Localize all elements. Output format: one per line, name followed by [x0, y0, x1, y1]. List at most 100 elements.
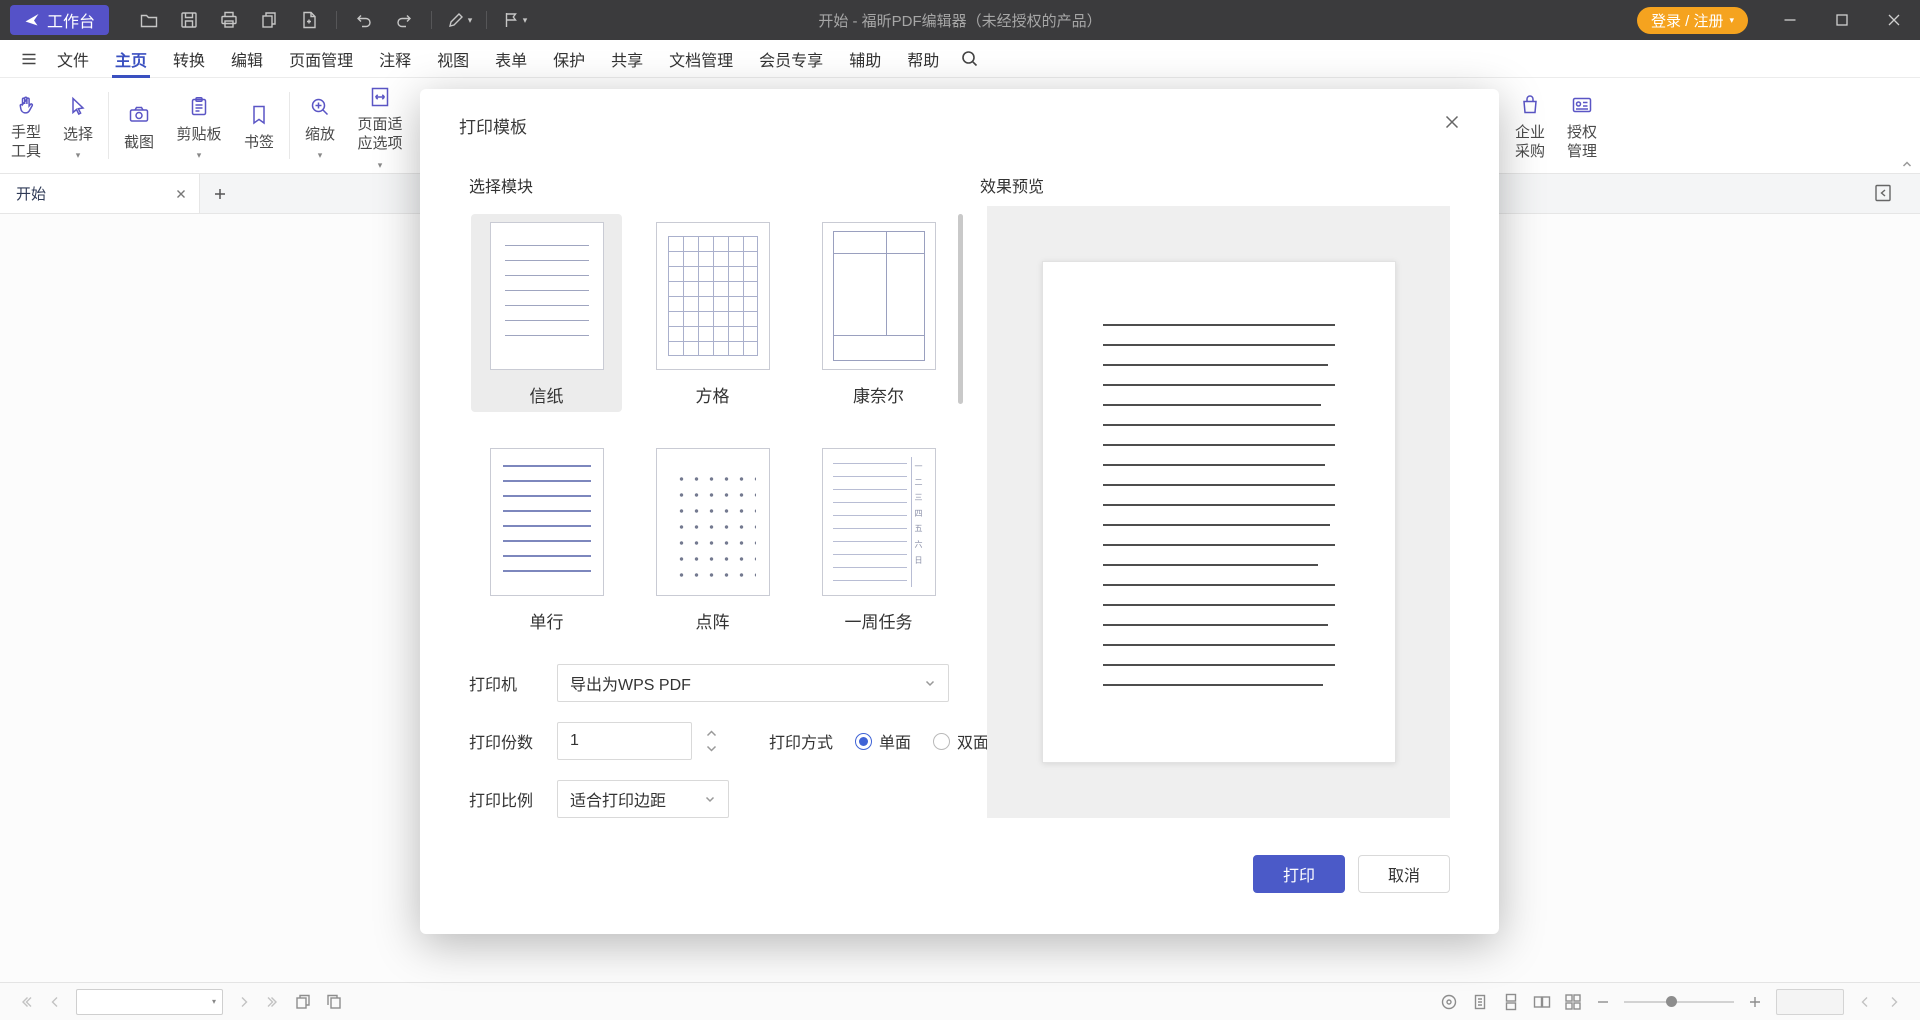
menubar: 文件 主页 转换 编辑 页面管理 注释 视图 表单 保护 共享 文档管理 会员专… [0, 40, 1920, 78]
zoom-out-icon[interactable] [1595, 994, 1611, 1010]
zoom-slider[interactable] [1624, 1001, 1734, 1003]
last-page-icon[interactable] [265, 994, 281, 1010]
preview-line [1103, 404, 1321, 406]
eye-protection-icon[interactable] [1440, 993, 1458, 1011]
minimize-button[interactable] [1764, 0, 1816, 40]
zoom-in-icon[interactable] [1747, 994, 1763, 1010]
maximize-button[interactable] [1816, 0, 1868, 40]
scale-select[interactable]: 适合打印边距 [557, 780, 729, 818]
preview-line [1103, 464, 1326, 466]
first-page-icon[interactable] [18, 994, 34, 1010]
previous-view-icon[interactable] [294, 993, 312, 1011]
radio-single-sided[interactable]: 单面 [855, 729, 911, 753]
menu-icon[interactable] [20, 50, 38, 68]
menu-item-file[interactable]: 文件 [44, 40, 102, 78]
template-cornell[interactable]: 康奈尔 [803, 214, 954, 412]
template-grid-paper[interactable]: 方格 [637, 214, 788, 412]
page-number-input[interactable]: ▾ [76, 989, 223, 1015]
close-window-button[interactable] [1868, 0, 1920, 40]
forward-view-icon[interactable] [1886, 994, 1902, 1010]
template-dot-matrix[interactable]: 点阵 [637, 440, 788, 638]
menu-item-home[interactable]: 主页 [102, 40, 160, 78]
tab-close-icon[interactable] [175, 188, 187, 200]
radio-label: 单面 [879, 729, 911, 753]
save-icon[interactable] [171, 5, 207, 35]
dialog-close-icon[interactable] [1443, 113, 1461, 131]
bookmark-icon [247, 103, 271, 127]
snapshot-button[interactable]: 截图 [113, 95, 165, 157]
preview-line [1103, 484, 1335, 486]
license-manage-button[interactable]: 授权管理 [1556, 85, 1608, 166]
menu-item-comment[interactable]: 注释 [366, 40, 424, 78]
new-tab-button[interactable] [200, 174, 240, 213]
print-button[interactable]: 打印 [1253, 855, 1345, 893]
preview-line [1103, 604, 1335, 606]
preview-line [1103, 624, 1328, 626]
preview-line [1103, 444, 1335, 446]
search-icon[interactable] [960, 49, 979, 68]
login-button[interactable]: 登录 / 注册 ▾ [1637, 7, 1748, 34]
stepper-down-icon[interactable] [706, 745, 717, 752]
menu-item-help[interactable]: 帮助 [894, 40, 952, 78]
facing-pages-icon[interactable] [1533, 993, 1551, 1011]
menu-item-form[interactable]: 表单 [482, 40, 540, 78]
page-fit-options-button[interactable]: 页面适应选项 ▾ [346, 77, 414, 174]
printer-select[interactable]: 导出为WPS PDF [557, 664, 949, 702]
menu-item-view[interactable]: 视图 [424, 40, 482, 78]
sign-pen-icon[interactable]: ▾ [441, 5, 477, 35]
menu-item-convert[interactable]: 转换 [160, 40, 218, 78]
menu-item-protect[interactable]: 保护 [540, 40, 598, 78]
preview-line [1103, 364, 1328, 366]
menu-item-assist[interactable]: 辅助 [836, 40, 894, 78]
next-view-icon[interactable] [325, 993, 343, 1011]
menu-item-page-manage[interactable]: 页面管理 [276, 40, 366, 78]
zoom-slider-thumb[interactable] [1666, 996, 1677, 1007]
menu-item-member[interactable]: 会员专享 [746, 40, 836, 78]
select-tool-button[interactable]: 选择 ▾ [52, 87, 104, 165]
template-label: 点阵 [696, 608, 730, 633]
preview-lines [1103, 324, 1335, 686]
menu-item-doc-manage[interactable]: 文档管理 [656, 40, 746, 78]
panel-toggle-icon[interactable] [1872, 182, 1894, 204]
single-page-icon[interactable] [1471, 993, 1489, 1011]
template-weekly-tasks[interactable]: 一二三四五六日 一周任务 [803, 440, 954, 638]
stepper-up-icon[interactable] [706, 730, 717, 737]
template-scrollbar[interactable] [958, 214, 963, 404]
radio-label: 双面 [957, 729, 989, 753]
undo-icon[interactable] [346, 5, 382, 35]
cancel-button[interactable]: 取消 [1358, 855, 1450, 893]
template-single-line[interactable]: 单行 [471, 440, 622, 638]
tab-start[interactable]: 开始 [0, 174, 200, 213]
radio-double-sided[interactable]: 双面 [933, 729, 989, 753]
menu-item-edit[interactable]: 编辑 [218, 40, 276, 78]
previous-page-icon[interactable] [47, 994, 63, 1010]
flag-icon[interactable]: ▾ [496, 5, 532, 35]
workspace-button[interactable]: 工作台 [10, 5, 109, 35]
print-icon[interactable] [211, 5, 247, 35]
tool-label: 页面适应选项 [354, 116, 406, 154]
enterprise-purchase-button[interactable]: 企业采购 [1504, 85, 1556, 166]
continuous-scroll-icon[interactable] [1502, 993, 1520, 1011]
toolbar-separator [289, 92, 290, 159]
copy-icon[interactable] [251, 5, 287, 35]
chevron-down-icon: ▾ [378, 161, 383, 170]
copies-input[interactable]: 1 [557, 722, 692, 760]
bookmark-button[interactable]: 书签 [233, 95, 285, 157]
new-document-icon[interactable] [291, 5, 327, 35]
dialog-title: 打印模板 [459, 113, 527, 138]
back-view-icon[interactable] [1857, 994, 1873, 1010]
multi-page-icon[interactable] [1564, 993, 1582, 1011]
collapse-toolbar-icon[interactable] [1900, 157, 1914, 171]
redo-icon[interactable] [386, 5, 422, 35]
hand-tool-button[interactable]: 手型工具 [0, 85, 52, 166]
tool-label: 缩放 [305, 126, 335, 145]
next-page-icon[interactable] [236, 994, 252, 1010]
scale-value: 适合打印边距 [570, 787, 666, 811]
clipboard-button[interactable]: 剪贴板 ▾ [165, 87, 233, 165]
menu-item-share[interactable]: 共享 [598, 40, 656, 78]
zoom-button[interactable]: 缩放 ▾ [294, 87, 346, 165]
copies-value: 1 [570, 732, 579, 750]
template-letter-paper[interactable]: 信纸 [471, 214, 622, 412]
zoom-percent-input[interactable] [1776, 989, 1844, 1015]
open-file-icon[interactable] [131, 5, 167, 35]
